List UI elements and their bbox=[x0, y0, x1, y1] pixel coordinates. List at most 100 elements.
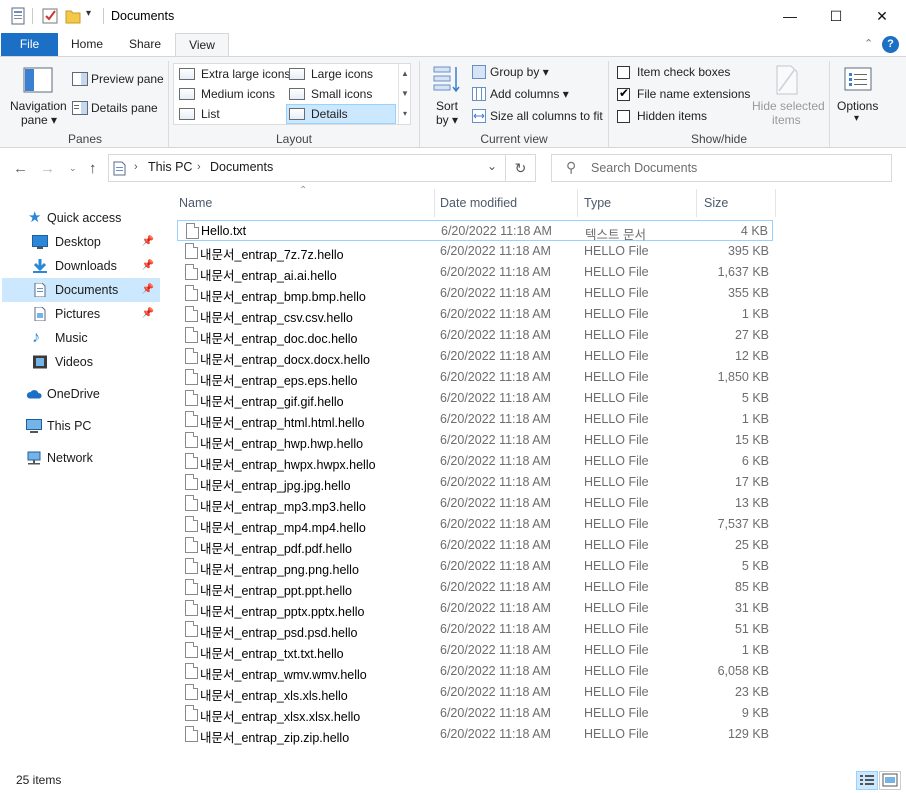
table-row[interactable]: 내문서_entrap_eps.eps.hello 6/20/2022 11:18 … bbox=[177, 367, 773, 388]
nav-documents-label: Documents bbox=[55, 283, 119, 297]
item-check-boxes-checkbox[interactable] bbox=[617, 66, 630, 79]
minimize-button[interactable]: — bbox=[767, 0, 813, 32]
customize-qa-dropdown[interactable]: ▾ bbox=[86, 8, 91, 19]
table-row[interactable]: 내문서_entrap_xlsx.xlsx.hello 6/20/2022 11:1… bbox=[177, 703, 773, 724]
refresh-button[interactable]: ↻ bbox=[506, 154, 536, 182]
recent-locations-icon[interactable]: ⌄ bbox=[69, 163, 77, 174]
hidden-items-checkbox[interactable] bbox=[617, 110, 630, 123]
details-view-button[interactable] bbox=[856, 771, 878, 790]
file-date-modified: 6/20/2022 11:18 AM bbox=[440, 412, 551, 426]
tab-file[interactable]: File bbox=[1, 33, 58, 56]
layout-list[interactable]: List bbox=[179, 104, 220, 124]
layout-details[interactable]: Details bbox=[286, 104, 396, 124]
nav-item-desktop[interactable]: Desktop 📌 bbox=[2, 230, 160, 254]
nav-item-music[interactable]: ♪ Music bbox=[2, 326, 160, 350]
help-icon[interactable]: ? bbox=[882, 36, 899, 53]
breadcrumb-this-pc[interactable]: This PC bbox=[148, 160, 192, 174]
table-row[interactable]: Hello.txt 6/20/2022 11:18 AM 텍스트 문서 4 KB bbox=[177, 220, 773, 242]
file-type: HELLO File bbox=[584, 622, 649, 636]
up-arrow-icon[interactable]: ↑ bbox=[89, 160, 97, 177]
table-row[interactable]: 내문서_entrap_hwpx.hwpx.hello 6/20/2022 11:1… bbox=[177, 451, 773, 472]
file-name-extensions-label: File name extensions bbox=[637, 87, 751, 101]
table-row[interactable]: 내문서_entrap_bmp.bmp.hello 6/20/2022 11:18 … bbox=[177, 283, 773, 304]
table-row[interactable]: 내문서_entrap_doc.doc.hello 6/20/2022 11:18 … bbox=[177, 325, 773, 346]
table-row[interactable]: 내문서_entrap_ai.ai.hello 6/20/2022 11:18 AM… bbox=[177, 262, 773, 283]
table-row[interactable]: 내문서_entrap_mp3.mp3.hello 6/20/2022 11:18 … bbox=[177, 493, 773, 514]
layout-scroll[interactable]: ▲ ▼ ▾ bbox=[398, 64, 411, 124]
column-divider[interactable] bbox=[434, 189, 435, 217]
file-date-modified: 6/20/2022 11:18 AM bbox=[440, 496, 551, 510]
nav-item-downloads[interactable]: Downloads 📌 bbox=[2, 254, 160, 278]
file-size: 5 KB bbox=[741, 559, 769, 573]
file-name-extensions-checkbox[interactable] bbox=[617, 86, 630, 101]
column-header-date[interactable]: Date modified bbox=[440, 189, 578, 217]
hide-selected-items-button[interactable]: Hide selected items bbox=[750, 63, 825, 127]
file-name: 내문서_entrap_wmv.wmv.hello bbox=[200, 668, 367, 682]
table-row[interactable]: 내문서_entrap_html.html.hello 6/20/2022 11:1… bbox=[177, 409, 773, 430]
file-name: 내문서_entrap_gif.gif.hello bbox=[200, 395, 344, 409]
table-row[interactable]: 내문서_entrap_jpg.jpg.hello 6/20/2022 11:18 … bbox=[177, 472, 773, 493]
layout-extra-large-icons[interactable]: Extra large icons bbox=[179, 64, 290, 84]
file-icon bbox=[185, 495, 198, 511]
table-row[interactable]: 내문서_entrap_mp4.mp4.hello 6/20/2022 11:18 … bbox=[177, 514, 773, 535]
tab-share[interactable]: Share bbox=[122, 33, 168, 56]
forward-arrow-icon[interactable]: → bbox=[40, 160, 55, 177]
table-row[interactable]: 내문서_entrap_pptx.pptx.hello 6/20/2022 11:1… bbox=[177, 598, 773, 619]
file-date-modified: 6/20/2022 11:18 AM bbox=[440, 244, 551, 258]
file-icon bbox=[185, 621, 198, 637]
table-row[interactable]: 내문서_entrap_psd.psd.hello 6/20/2022 11:18 … bbox=[177, 619, 773, 640]
nav-item-videos[interactable]: Videos bbox=[2, 350, 160, 374]
table-row[interactable]: 내문서_entrap_png.png.hello 6/20/2022 11:18 … bbox=[177, 556, 773, 577]
properties-icon[interactable] bbox=[10, 7, 26, 25]
extra-large-icons-icon bbox=[179, 68, 195, 80]
table-row[interactable]: 내문서_entrap_hwp.hwp.hello 6/20/2022 11:18 … bbox=[177, 430, 773, 451]
checkmark-properties-icon[interactable] bbox=[42, 7, 58, 25]
table-row[interactable]: 내문서_entrap_txt.txt.hello 6/20/2022 11:18 … bbox=[177, 640, 773, 661]
column-divider[interactable] bbox=[696, 189, 697, 217]
table-row[interactable]: 내문서_entrap_xls.xls.hello 6/20/2022 11:18 … bbox=[177, 682, 773, 703]
address-history-dropdown-icon[interactable]: ⌄ bbox=[487, 159, 497, 173]
search-box[interactable]: ⚲ Search Documents bbox=[551, 154, 892, 182]
file-size: 17 KB bbox=[734, 475, 769, 489]
column-divider[interactable] bbox=[577, 189, 578, 217]
large-icons-view-button[interactable] bbox=[879, 771, 901, 790]
search-input[interactable]: Search Documents bbox=[591, 161, 697, 175]
table-row[interactable]: 내문서_entrap_docx.docx.hello 6/20/2022 11:1… bbox=[177, 346, 773, 367]
table-row[interactable]: 내문서_entrap_csv.csv.hello 6/20/2022 11:18 … bbox=[177, 304, 773, 325]
sort-by-button[interactable]: Sort by ▾ bbox=[428, 63, 464, 127]
table-row[interactable]: 내문서_entrap_7z.7z.hello 6/20/2022 11:18 AM… bbox=[177, 241, 773, 262]
table-row[interactable]: 내문서_entrap_pdf.pdf.hello 6/20/2022 11:18 … bbox=[177, 535, 773, 556]
file-icon bbox=[185, 306, 198, 322]
breadcrumb-documents[interactable]: Documents bbox=[210, 160, 273, 174]
nav-this-pc[interactable]: This PC bbox=[2, 414, 160, 438]
column-divider[interactable] bbox=[775, 189, 776, 217]
tab-view[interactable]: View bbox=[175, 33, 229, 57]
column-header-size[interactable]: Size bbox=[704, 189, 774, 217]
nav-item-pictures[interactable]: Pictures 📌 bbox=[2, 302, 160, 326]
address-bar[interactable]: › This PC › Documents ⌄ bbox=[108, 154, 506, 182]
onedrive-icon bbox=[26, 390, 42, 399]
layout-large-icons[interactable]: Large icons bbox=[289, 64, 373, 84]
layout-medium-icons[interactable]: Medium icons bbox=[179, 84, 275, 104]
options-button[interactable]: Options ▾ bbox=[834, 63, 884, 125]
nav-quick-access[interactable]: ★ Quick access bbox=[2, 206, 160, 230]
table-row[interactable]: 내문서_entrap_wmv.wmv.hello 6/20/2022 11:18 … bbox=[177, 661, 773, 682]
nav-network[interactable]: Network bbox=[2, 446, 160, 470]
close-button[interactable]: ✕ bbox=[859, 0, 905, 32]
maximize-button[interactable]: ☐ bbox=[813, 0, 859, 32]
layout-small-icons[interactable]: Small icons bbox=[289, 84, 372, 104]
nav-item-documents[interactable]: Documents 📌 bbox=[2, 278, 160, 302]
back-arrow-icon[interactable]: ← bbox=[13, 160, 28, 177]
new-folder-icon[interactable] bbox=[65, 7, 81, 25]
nav-onedrive[interactable]: OneDrive bbox=[2, 382, 160, 406]
column-header-type[interactable]: Type bbox=[584, 189, 696, 217]
tab-home[interactable]: Home bbox=[66, 33, 108, 56]
table-row[interactable]: 내문서_entrap_ppt.ppt.hello 6/20/2022 11:18 … bbox=[177, 577, 773, 598]
collapse-ribbon-icon[interactable]: ⌃ bbox=[864, 37, 873, 50]
file-name: 내문서_entrap_docx.docx.hello bbox=[200, 353, 371, 367]
file-date-modified: 6/20/2022 11:18 AM bbox=[440, 580, 551, 594]
table-row[interactable]: 내문서_entrap_zip.zip.hello 6/20/2022 11:18 … bbox=[177, 724, 773, 745]
navigation-pane-button[interactable]: Navigation pane ▾ bbox=[8, 63, 67, 127]
table-row[interactable]: 내문서_entrap_gif.gif.hello 6/20/2022 11:18 … bbox=[177, 388, 773, 409]
column-header-name[interactable]: Name bbox=[179, 189, 434, 217]
